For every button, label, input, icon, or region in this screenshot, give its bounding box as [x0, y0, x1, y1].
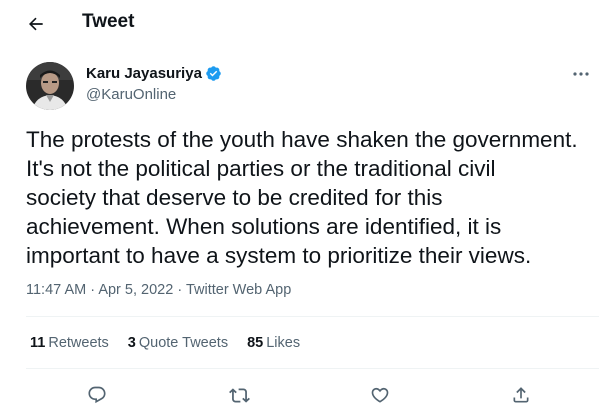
author-handle[interactable]: @KaruOnline	[86, 86, 176, 103]
retweet-button[interactable]	[222, 378, 256, 412]
likes-label: Likes	[266, 335, 301, 351]
tweet-line: The protests of the youth have shaken th…	[26, 127, 578, 152]
share-icon	[513, 387, 529, 403]
tweet-time[interactable]: 11:47 AM	[26, 282, 86, 298]
tweet-meta: 11:47 AM · Apr 5, 2022 · Twitter Web App	[26, 282, 291, 298]
quote-tweets-count: 3	[127, 335, 136, 351]
tweet-text: The protests of the youth have shaken th…	[26, 125, 598, 270]
retweet-icon	[228, 387, 250, 403]
author-name-row: Karu Jayasuriya	[86, 65, 222, 82]
meta-separator: ·	[90, 282, 96, 298]
retweets-stat[interactable]: 11 Retweets	[30, 335, 109, 351]
page-header: Tweet	[0, 0, 599, 46]
more-icon	[573, 72, 589, 76]
reply-button[interactable]	[80, 378, 114, 412]
tweet-line: important to have a system to prioritize…	[26, 243, 532, 268]
tweet-line: achievement. When solutions are identifi…	[26, 214, 502, 239]
tweet-actions	[0, 378, 599, 410]
avatar[interactable]	[26, 62, 74, 110]
tweet-line: It's not the political parties or the tr…	[26, 156, 496, 181]
likes-stat[interactable]: 85 Likes	[247, 335, 300, 351]
arrow-left-icon	[29, 17, 43, 31]
quote-tweets-stat[interactable]: 3 Quote Tweets	[128, 335, 228, 351]
tweet-line: society that deserve to be credited for …	[26, 185, 443, 210]
retweets-count: 11	[30, 335, 46, 351]
tweet-source-link[interactable]: Twitter Web App	[186, 282, 291, 298]
more-options-button[interactable]	[570, 64, 592, 84]
verified-badge-icon	[205, 65, 222, 82]
likes-count: 85	[247, 335, 264, 351]
quote-tweets-label: Quote Tweets	[138, 335, 229, 351]
author-name[interactable]: Karu Jayasuriya	[86, 65, 202, 82]
like-button[interactable]	[363, 378, 397, 412]
share-button[interactable]	[504, 378, 538, 412]
reply-icon	[88, 386, 106, 404]
retweets-label: Retweets	[48, 335, 109, 351]
tweet-stats: 11 Retweets 3 Quote Tweets 85 Likes	[30, 335, 319, 351]
page-title: Tweet	[82, 11, 135, 32]
divider	[26, 368, 599, 369]
back-button[interactable]	[22, 10, 50, 38]
tweet-date[interactable]: Apr 5, 2022	[98, 282, 173, 298]
divider	[26, 316, 599, 317]
like-icon	[371, 387, 389, 403]
meta-separator: ·	[177, 282, 183, 298]
